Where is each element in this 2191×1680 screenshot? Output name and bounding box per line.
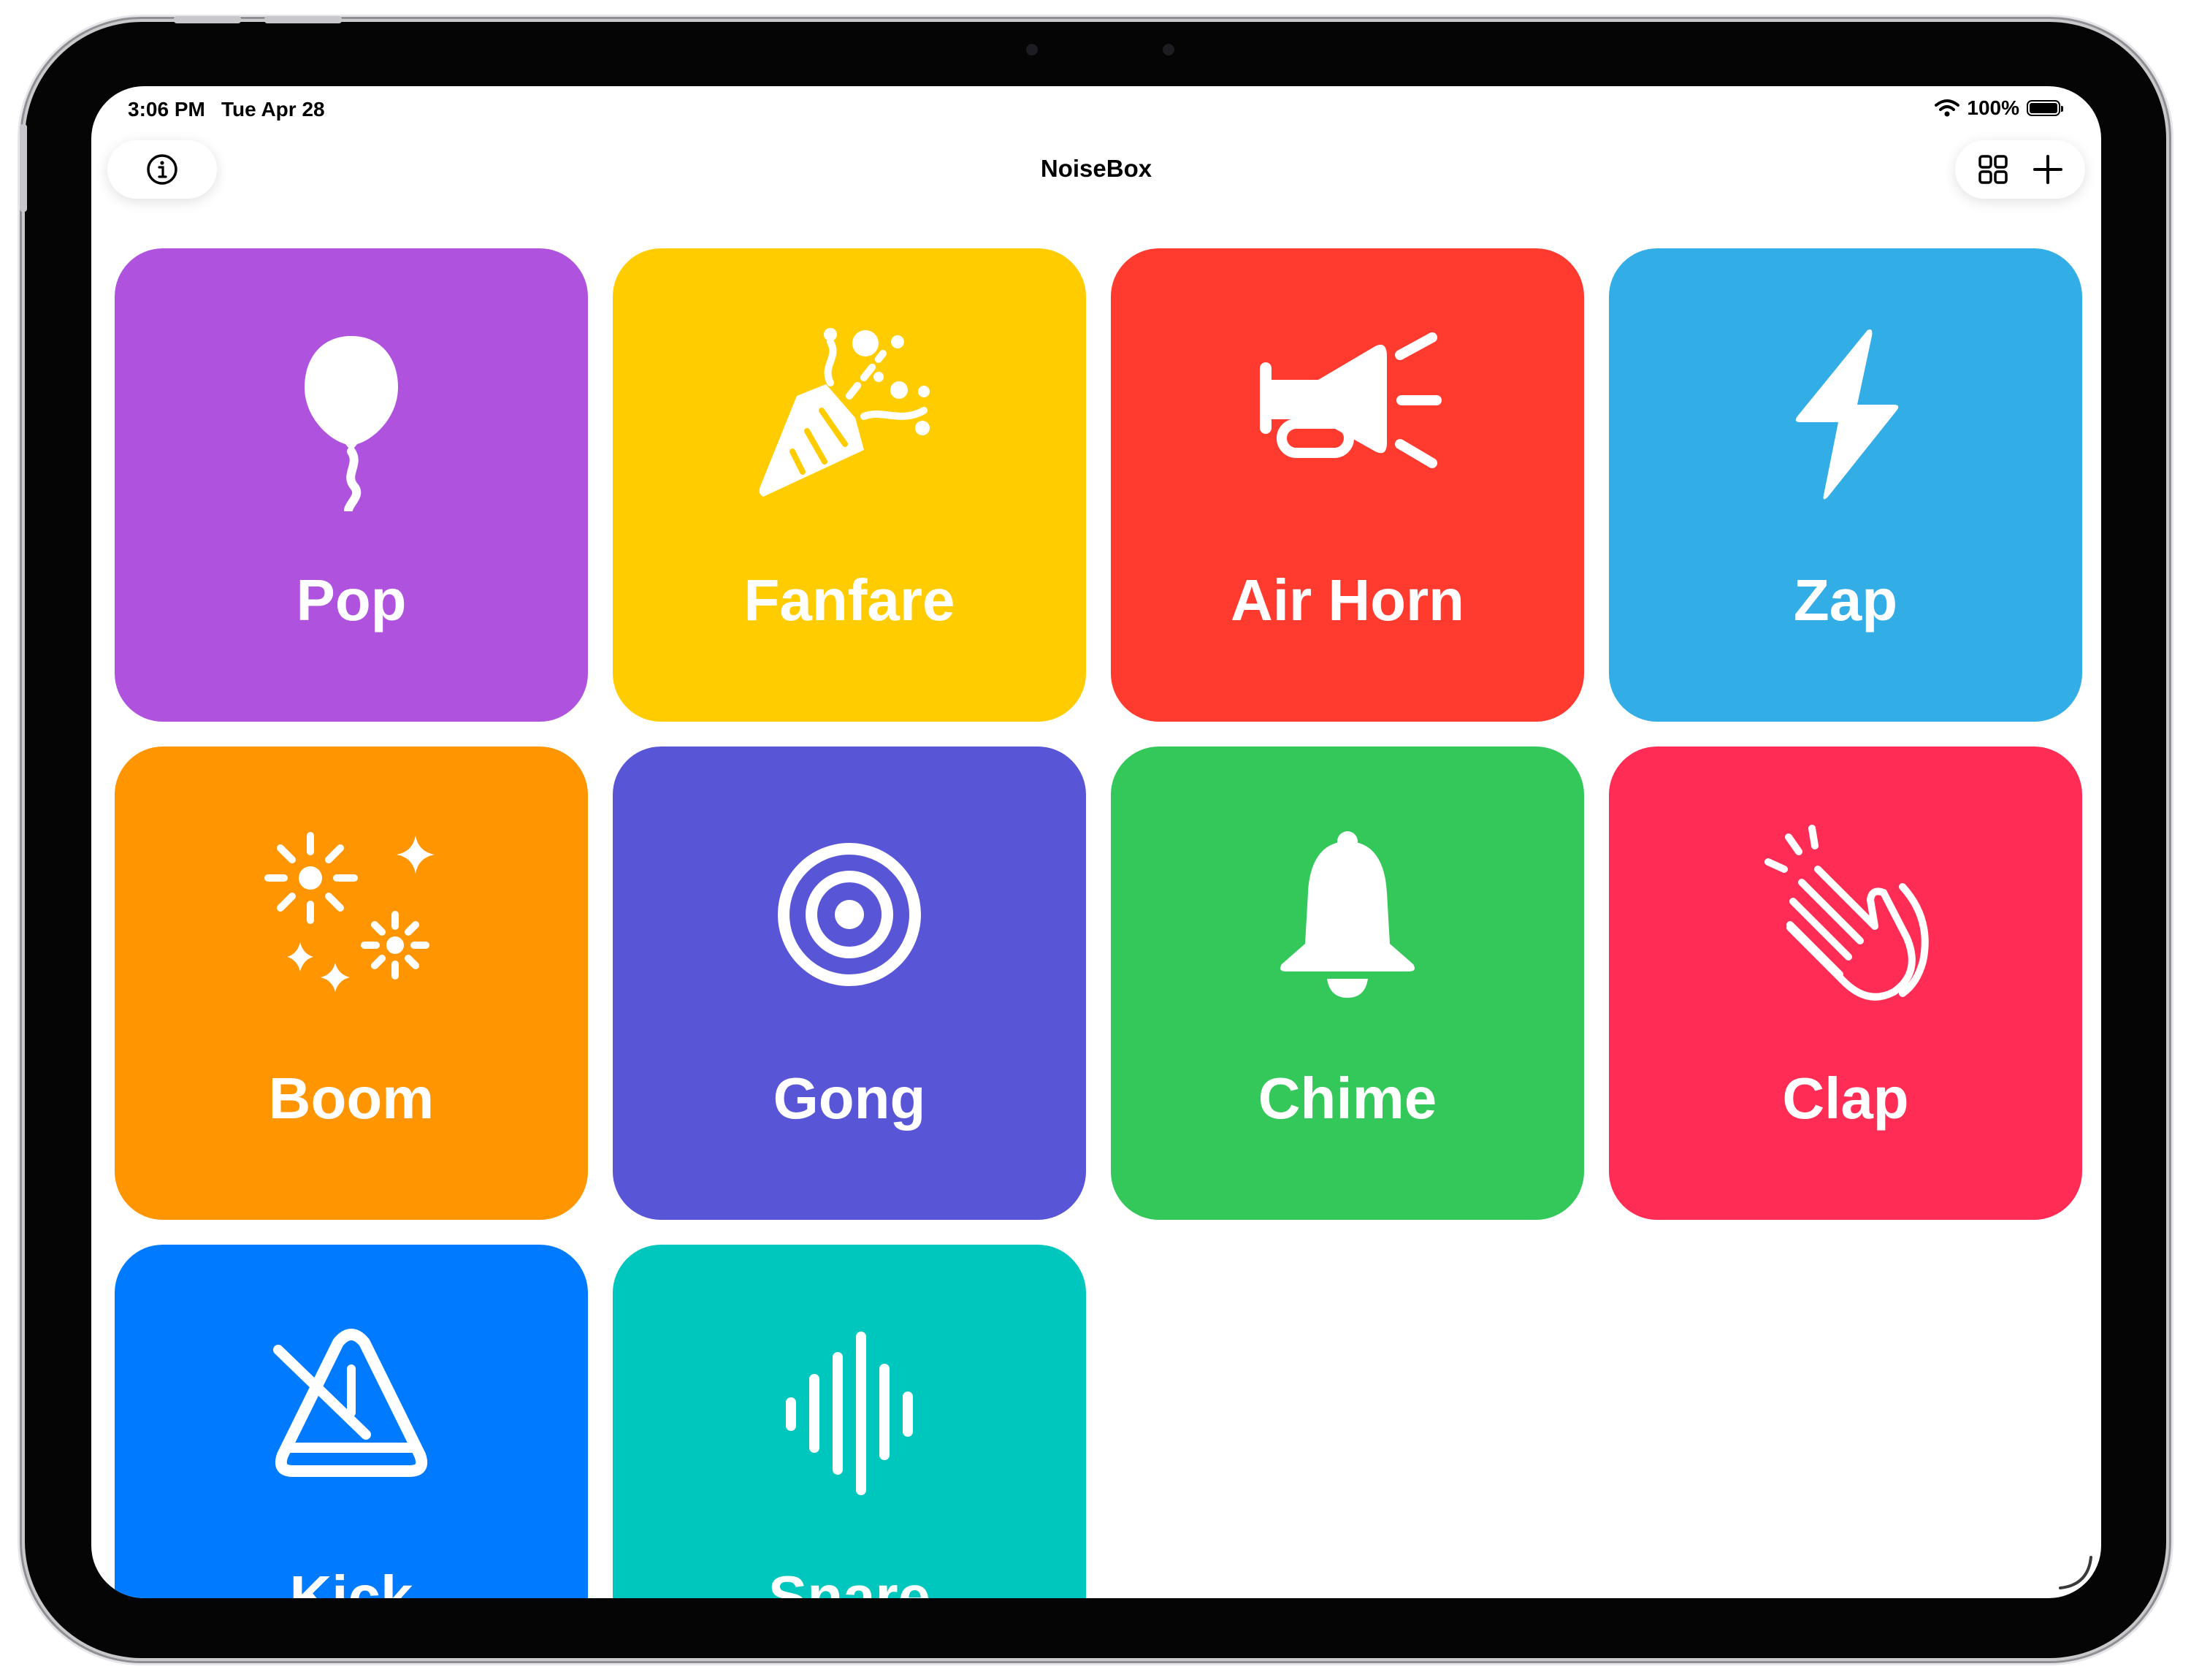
top-button bbox=[174, 16, 241, 23]
sound-tile-clap[interactable]: Clap bbox=[1609, 747, 2082, 1220]
fireworks-icon bbox=[264, 832, 435, 992]
navigation-bar: NoiseBox bbox=[91, 133, 2101, 206]
wifi-icon bbox=[1935, 99, 1960, 117]
balloon-icon bbox=[305, 336, 398, 511]
tile-label: Chime bbox=[1258, 1066, 1437, 1131]
sound-tile-fanfare[interactable]: Fanfare bbox=[613, 248, 1086, 722]
waveform-icon bbox=[786, 1332, 913, 1495]
sound-tile-air-horn[interactable]: Air Horn bbox=[1111, 248, 1584, 722]
sound-tile-kick[interactable]: Kick bbox=[115, 1245, 588, 1598]
screen: 3:06 PM Tue Apr 28 100% NoiseBox Pop Fan… bbox=[91, 86, 2101, 1598]
grid-icon[interactable] bbox=[1977, 153, 2009, 186]
sound-tile-boom[interactable]: Boom bbox=[115, 747, 588, 1220]
sound-tile-zap[interactable]: Zap bbox=[1609, 248, 2082, 722]
side-button bbox=[20, 124, 27, 212]
status-right: 100% bbox=[1935, 96, 2063, 120]
tile-label: Kick bbox=[289, 1564, 413, 1598]
metronome-icon bbox=[273, 1329, 428, 1477]
battery-fill bbox=[2030, 103, 2057, 113]
horn-icon bbox=[1260, 332, 1442, 468]
resize-grip-icon[interactable] bbox=[2054, 1551, 2095, 1592]
tile-label: Pop bbox=[296, 568, 407, 633]
plus-icon[interactable] bbox=[2032, 153, 2064, 186]
tile-label: Boom bbox=[268, 1066, 435, 1131]
target-icon bbox=[778, 843, 921, 986]
battery-percentage: 100% bbox=[1967, 96, 2019, 119]
page-title: NoiseBox bbox=[1040, 155, 1152, 182]
tile-label: Fanfare bbox=[743, 568, 955, 633]
tile-label: Zap bbox=[1793, 568, 1898, 633]
battery-icon bbox=[2027, 100, 2063, 116]
status-bar: 3:06 PM Tue Apr 28 100% bbox=[91, 86, 2101, 133]
camera-icon bbox=[1026, 44, 1038, 56]
status-time: 3:06 PM bbox=[128, 98, 205, 121]
sound-tile-snare[interactable]: Snare bbox=[613, 1245, 1086, 1598]
camera-icon bbox=[1163, 44, 1174, 56]
bolt-icon bbox=[1795, 329, 1899, 500]
top-button bbox=[264, 16, 342, 23]
sound-tile-pop[interactable]: Pop bbox=[115, 248, 588, 722]
tile-label: Air Horn bbox=[1231, 568, 1464, 633]
tile-label: Snare bbox=[768, 1564, 931, 1598]
tile-label: Clap bbox=[1782, 1066, 1909, 1131]
toolbar-buttons bbox=[1955, 140, 2085, 199]
bell-icon bbox=[1280, 831, 1415, 998]
hands-clap-icon bbox=[1764, 825, 1929, 1001]
sound-tile-chime[interactable]: Chime bbox=[1111, 747, 1584, 1220]
party-popper-icon bbox=[759, 328, 930, 497]
sound-tile-gong[interactable]: Gong bbox=[613, 747, 1086, 1220]
tile-label: Gong bbox=[773, 1066, 926, 1131]
status-date: Tue Apr 28 bbox=[221, 98, 325, 121]
